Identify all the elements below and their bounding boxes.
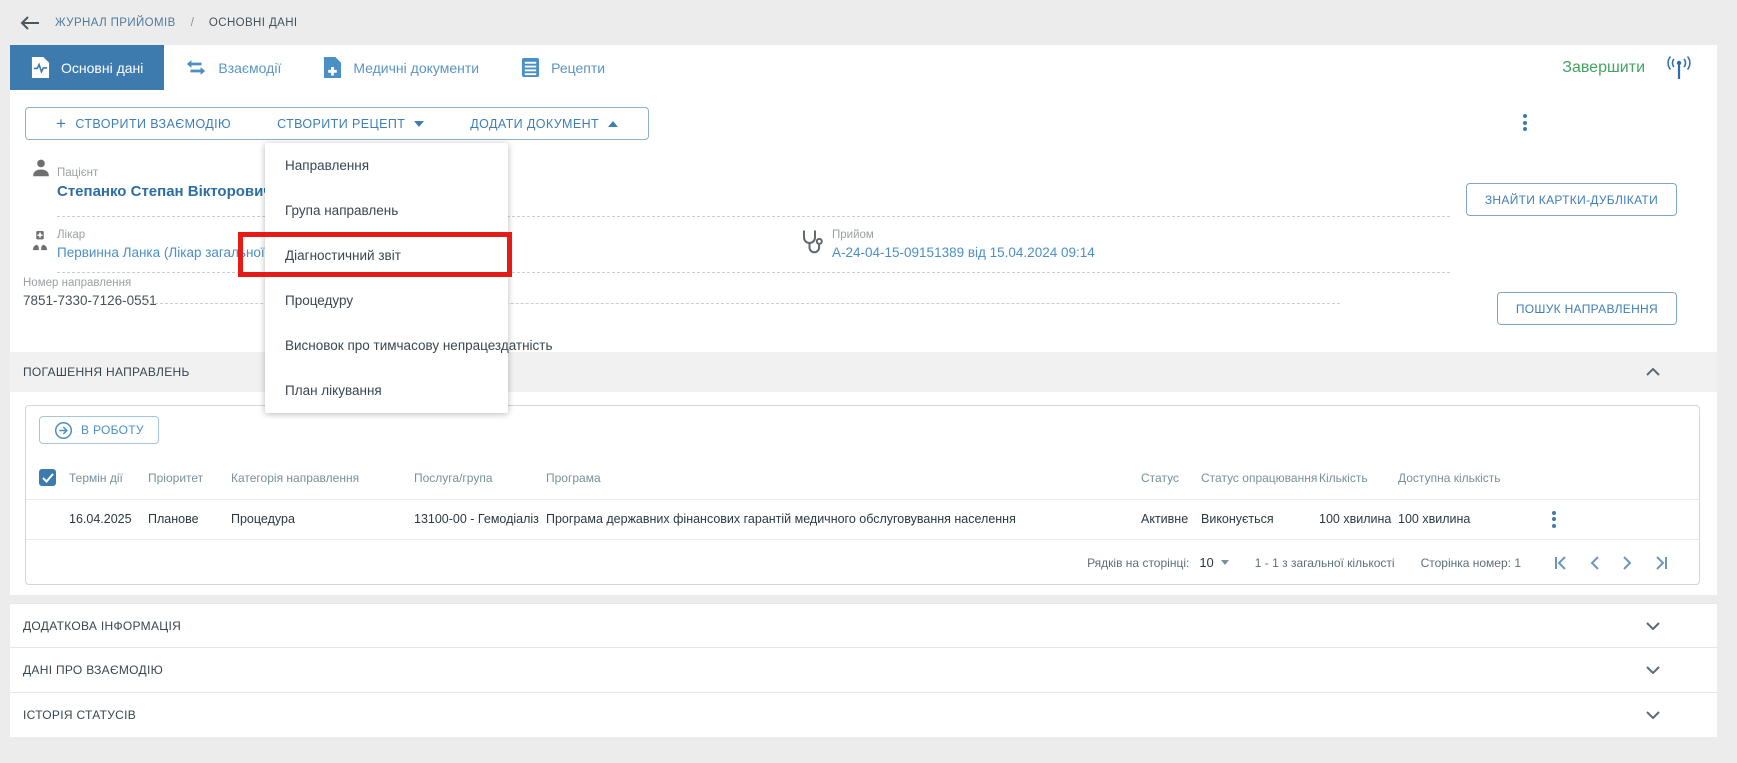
cell-quantity: 100 хвилина (1319, 512, 1398, 526)
plus-icon: + (56, 115, 66, 132)
first-page-button[interactable] (1553, 556, 1569, 570)
breadcrumb: ЖУРНАЛ ПРИЙОМІВ / ОСНОВНІ ДАНІ (0, 0, 1737, 45)
section-header-interaction-data[interactable]: ДАНІ ПРО ВЗАЄМОДІЮ (10, 648, 1717, 693)
main-content: Основні дані Взаємодії М (10, 45, 1717, 737)
add-document-dropdown: Направлення Група направлень Діагностичн… (265, 143, 508, 413)
broadcast-antenna-icon[interactable] (1665, 54, 1693, 81)
tab-prescriptions[interactable]: Рецепти (500, 45, 626, 90)
tab-bar: Основні дані Взаємодії М (10, 45, 1717, 90)
find-duplicates-button[interactable]: ЗНАЙТИ КАРТКИ-ДУБЛІКАТИ (1466, 183, 1677, 216)
referral-number-block: Номер направлення 7851-7330-7126-0551 (23, 277, 157, 308)
column-header[interactable]: Категорія направлення (231, 471, 414, 485)
to-work-button[interactable]: В РОБОТУ (39, 416, 159, 444)
page-number-indicator: Сторінка номер: 1 (1421, 556, 1521, 570)
column-header[interactable]: Програма (546, 471, 1141, 485)
chevron-up-icon[interactable] (1646, 368, 1660, 376)
menu-item-disability-conclusion[interactable]: Висновок про тимчасову непрацездатність (265, 323, 508, 368)
referral-number-label: Номер направлення (23, 277, 157, 289)
cell-available-quantity: 100 хвилина (1398, 512, 1524, 526)
chevron-down-icon (1221, 560, 1229, 565)
tab-interactions[interactable]: Взаємодії (164, 45, 302, 90)
rows-per-page-select[interactable]: 10 (1199, 555, 1228, 570)
menu-item-treatment-plan[interactable]: План лікування (265, 368, 508, 413)
patient-icon (30, 157, 52, 184)
document-pulse-icon (31, 56, 50, 79)
select-all-checkbox[interactable] (39, 469, 56, 486)
column-header[interactable]: Термін дії (69, 471, 148, 485)
finish-button[interactable]: Завершити (1562, 59, 1645, 77)
arrow-right-circle-icon (54, 421, 73, 440)
visit-block: Прийом A-24-04-15-09151389 від 15.04.202… (832, 229, 1095, 260)
back-arrow-icon[interactable] (20, 16, 40, 30)
breadcrumb-journal[interactable]: ЖУРНАЛ ПРИЙОМІВ (55, 17, 176, 29)
column-header[interactable]: Пріоритет (148, 471, 231, 485)
chevron-down-icon[interactable] (1646, 666, 1660, 674)
menu-item-referral-group[interactable]: Група направлень (265, 188, 508, 233)
pagination-controls (1553, 556, 1669, 570)
tab-label: Основні дані (61, 60, 143, 76)
search-referral-button[interactable]: ПОШУК НАПРАВЛЕННЯ (1497, 292, 1677, 325)
referrals-table-card: В РОБОТУ Термін дії Пріоритет Категорія … (25, 405, 1700, 585)
column-header[interactable]: Доступна кількість (1398, 471, 1524, 485)
cell-priority: Планове (148, 512, 231, 526)
table-header-row: Термін дії Пріоритет Категорія направлен… (26, 457, 1699, 500)
section-gap (0, 595, 1737, 603)
rows-per-page: Рядків на сторінці: 10 (1087, 555, 1229, 570)
tab-label: Рецепти (551, 60, 605, 76)
application-window: ЖУРНАЛ ПРИЙОМІВ / ОСНОВНІ ДАНІ Основні д… (0, 0, 1737, 763)
chevron-down-icon (414, 121, 424, 127)
section-title: ПОГАШЕННЯ НАПРАВЛЕНЬ (23, 365, 190, 379)
tab-medical-documents[interactable]: Медичні документи (302, 45, 500, 90)
tab-label: Медичні документи (353, 60, 479, 76)
chevron-up-icon (608, 121, 618, 127)
table-row[interactable]: 16.04.2025 Планове Процедура 13100-00 - … (26, 500, 1699, 540)
next-page-button[interactable] (1621, 556, 1633, 570)
column-header[interactable]: Статус опрацювання (1201, 471, 1319, 485)
breadcrumb-current: ОСНОВНІ ДАНІ (209, 17, 298, 29)
cell-program: Програма державних фінансових гарантій м… (546, 512, 1141, 526)
table-paginator: Рядків на сторінці: 10 1 - 1 з загальної… (26, 540, 1699, 586)
section-header-additional-info[interactable]: ДОДАТКОВА ІНФОРМАЦІЯ (10, 603, 1717, 648)
create-prescription-button[interactable]: СТВОРИТИ РЕЦЕПТ (277, 117, 424, 131)
cell-service: 13100-00 - Гемодіаліз (414, 512, 546, 526)
last-page-button[interactable] (1653, 556, 1669, 570)
create-interaction-button[interactable]: + СТВОРИТИ ВЗАЄМОДІЮ (56, 115, 231, 132)
patient-name: Степанко Степан Вікторович (57, 183, 272, 200)
patient-block: Пацієнт Степанко Степан Вікторович (57, 167, 272, 200)
doctor-icon (30, 229, 50, 258)
column-header[interactable]: Статус (1141, 471, 1201, 485)
section-header-status-history[interactable]: ІСТОРІЯ СТАТУСІВ (10, 693, 1717, 737)
cell-status: Активне (1141, 512, 1201, 526)
column-header[interactable]: Кількість (1319, 471, 1398, 485)
breadcrumb-separator: / (191, 17, 194, 29)
accordion-sections: ДОДАТКОВА ІНФОРМАЦІЯ ДАНІ ПРО ВЗАЄМОДІЮ … (10, 603, 1717, 737)
cell-processing-status: Виконується (1201, 512, 1319, 526)
chevron-down-icon[interactable] (1646, 622, 1660, 630)
tab-label: Взаємодії (218, 60, 281, 76)
rows-per-page-label: Рядків на сторінці: (1087, 556, 1189, 570)
tabbar-right: Завершити (1562, 45, 1717, 90)
visit-label: Прийом (832, 229, 1095, 241)
document-plus-icon (323, 56, 342, 79)
toolbar-kebab-menu[interactable] (1520, 111, 1530, 134)
column-header[interactable]: Послуга/група (414, 471, 546, 485)
range-indicator: 1 - 1 з загальної кількості (1255, 556, 1395, 570)
cell-valid-until: 16.04.2025 (69, 512, 148, 526)
menu-item-referral[interactable]: Направлення (265, 143, 508, 188)
menu-item-diagnostic-report[interactable]: Діагностичний звіт (265, 233, 508, 278)
row-kebab-menu[interactable] (1549, 508, 1699, 531)
visit-link[interactable]: A-24-04-15-09151389 від 15.04.2024 09:14 (832, 245, 1095, 260)
add-document-button[interactable]: ДОДАТИ ДОКУМЕНТ (470, 117, 618, 131)
menu-item-procedure[interactable]: Процедуру (265, 278, 508, 323)
swap-arrows-icon (185, 59, 207, 76)
previous-page-button[interactable] (1589, 556, 1601, 570)
cell-category: Процедура (231, 512, 414, 526)
chevron-down-icon[interactable] (1646, 711, 1660, 719)
tab-main-data[interactable]: Основні дані (10, 45, 164, 90)
patient-label: Пацієнт (57, 167, 272, 179)
receipt-icon (521, 57, 540, 78)
toolbar-action-group: + СТВОРИТИ ВЗАЄМОДІЮ СТВОРИТИ РЕЦЕПТ ДОД… (25, 107, 649, 140)
stethoscope-icon (800, 229, 824, 261)
referral-number-value: 7851-7330-7126-0551 (23, 293, 157, 308)
